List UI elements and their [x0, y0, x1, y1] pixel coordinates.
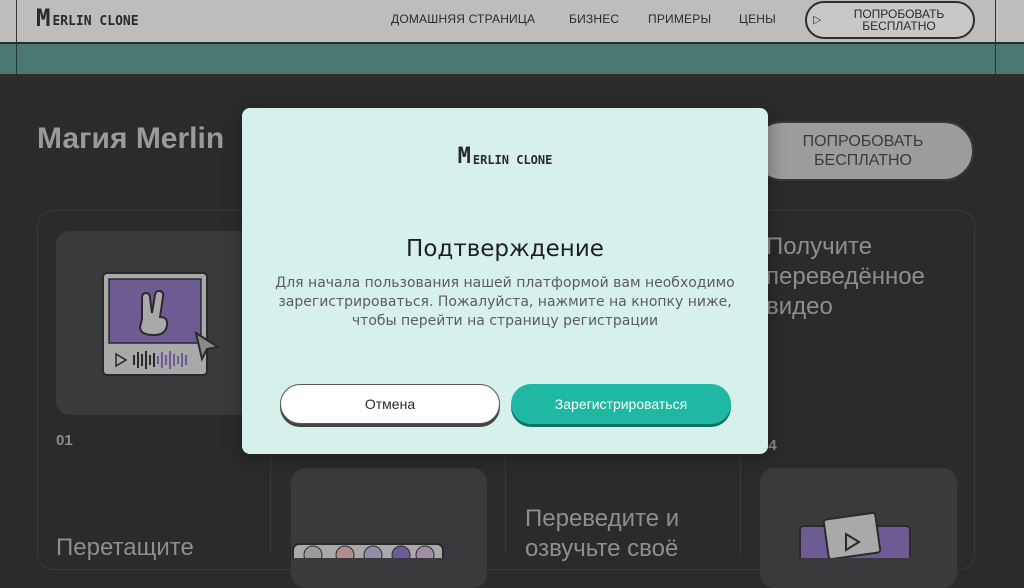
step1-text: Перетащите: [56, 534, 194, 561]
step1-card: [56, 231, 252, 415]
cancel-button[interactable]: Отмена: [280, 384, 500, 424]
try-free-hero-button[interactable]: ПОПРОБОВАТЬ БЕСПЛАТНО: [752, 121, 974, 181]
grid-line: [16, 44, 17, 74]
step4-card: [760, 468, 957, 588]
register-button[interactable]: Зарегистрироваться: [511, 384, 731, 424]
teal-band: [0, 44, 1024, 75]
dialog-logo-initial: M: [457, 144, 471, 169]
nav-business-link[interactable]: БИЗНЕС: [569, 12, 619, 26]
play-icon: ▷: [813, 13, 822, 26]
top-navigation-bar: M ERLIN CLONE ДОМАШНЯЯ СТРАНИЦА БИЗНЕС П…: [0, 0, 1024, 44]
step4-text: Получите переведённое видео: [766, 233, 925, 320]
upload-video-illustration: [102, 272, 221, 376]
try-free-header-label: ПОПРОБОВАТЬ БЕСПЛАТНО: [853, 7, 945, 33]
dialog-title: Подтверждение: [406, 236, 604, 262]
step2-card: [291, 468, 487, 588]
dialog-logo-text: ERLIN CLONE: [472, 153, 553, 167]
try-free-header-button[interactable]: ▷ ПОПРОБОВАТЬ БЕСПЛАТНО: [805, 1, 975, 39]
translated-video-illustration: [799, 511, 911, 567]
grid-line: [995, 44, 996, 74]
step3-text: Переведите и озвучьте своё: [525, 505, 680, 562]
nav-home-link[interactable]: ДОМАШНЯЯ СТРАНИЦА: [391, 12, 535, 26]
nav-examples-link[interactable]: ПРИМЕРЫ: [648, 12, 711, 26]
dialog-description: Для начала пользования нашей платформой …: [275, 275, 735, 329]
hero-title: Магия Merlin: [37, 122, 225, 155]
nav-pricing-link[interactable]: ЦЕНЫ: [739, 12, 776, 26]
dialog-logo: M ERLIN CLONE: [242, 146, 768, 168]
confirmation-dialog: M ERLIN CLONE Подтверждение Для начала п…: [242, 108, 768, 454]
step1-number: 01: [56, 432, 73, 449]
language-flags-illustration: [292, 543, 444, 575]
